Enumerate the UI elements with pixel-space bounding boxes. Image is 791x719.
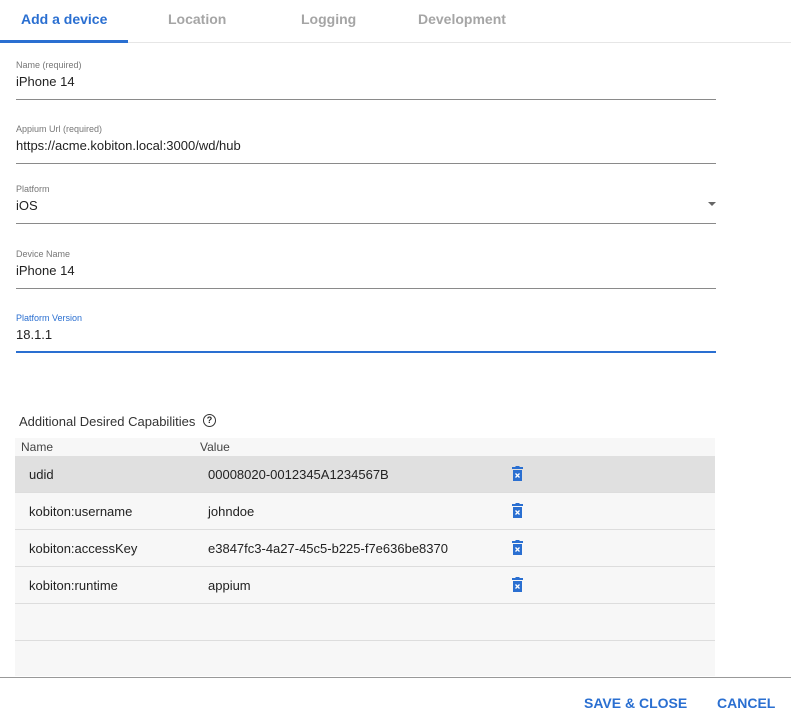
- tab-development[interactable]: Development: [418, 11, 506, 27]
- name-value: iPhone 14: [16, 74, 75, 89]
- device-name-field[interactable]: Device Name iPhone 14: [16, 249, 716, 289]
- capability-name: kobiton:username: [29, 504, 133, 519]
- dropdown-arrow-icon[interactable]: [708, 202, 716, 206]
- delete-icon[interactable]: [512, 577, 523, 592]
- platform-version-value: 18.1.1: [16, 327, 53, 342]
- delete-icon[interactable]: [512, 540, 523, 555]
- appium-url-value: https://acme.kobiton.local:3000/wd/hub: [16, 138, 241, 153]
- name-label: Name (required): [16, 60, 82, 70]
- footer: SAVE & CLOSE CANCEL: [0, 677, 791, 719]
- capability-name: kobiton:accessKey: [29, 541, 138, 556]
- capability-name: kobiton:runtime: [29, 578, 118, 593]
- tab-bar: Add a device Location Logging Developmen…: [0, 0, 791, 43]
- platform-version-field[interactable]: Platform Version 18.1.1: [16, 313, 716, 353]
- delete-icon[interactable]: [512, 466, 523, 481]
- column-header-value: Value: [200, 440, 230, 454]
- capabilities-table: Name Value udid 00008020-0012345A1234567B…: [15, 438, 715, 676]
- active-tab-indicator: [0, 40, 128, 43]
- table-row[interactable]: udid 00008020-0012345A1234567B: [15, 456, 715, 493]
- platform-version-label: Platform Version: [16, 313, 83, 323]
- table-row[interactable]: kobiton:runtime appium: [15, 567, 715, 604]
- cancel-button[interactable]: CANCEL: [717, 695, 775, 711]
- capability-value: e3847fc3-4a27-45c5-b225-f7e636be8370: [208, 541, 448, 556]
- delete-icon[interactable]: [512, 503, 523, 518]
- save-close-button[interactable]: SAVE & CLOSE: [584, 695, 687, 711]
- tab-location[interactable]: Location: [168, 11, 226, 27]
- column-header-name: Name: [21, 440, 54, 454]
- device-name-label: Device Name: [16, 249, 71, 259]
- platform-select[interactable]: Platform iOS: [16, 184, 716, 224]
- capability-name: udid: [29, 467, 54, 482]
- device-name-value: iPhone 14: [16, 263, 75, 278]
- appium-url-field[interactable]: Appium Url (required) https://acme.kobito…: [16, 124, 716, 164]
- platform-label: Platform: [16, 184, 50, 194]
- capability-value: 00008020-0012345A1234567B: [208, 467, 389, 482]
- tab-add-device[interactable]: Add a device: [21, 11, 107, 27]
- platform-value: iOS: [16, 198, 38, 213]
- tab-logging[interactable]: Logging: [301, 11, 356, 27]
- capability-value: appium: [208, 578, 251, 593]
- name-field[interactable]: Name (required) iPhone 14: [16, 60, 716, 100]
- appium-url-label: Appium Url (required): [16, 124, 103, 134]
- empty-row[interactable]: [15, 604, 715, 641]
- capabilities-title: Additional Desired Capabilities: [19, 414, 196, 429]
- capability-value: johndoe: [208, 504, 255, 519]
- table-row[interactable]: kobiton:accessKey e3847fc3-4a27-45c5-b225…: [15, 530, 715, 567]
- table-row[interactable]: kobiton:username johndoe: [15, 493, 715, 530]
- help-icon[interactable]: ?: [203, 414, 216, 427]
